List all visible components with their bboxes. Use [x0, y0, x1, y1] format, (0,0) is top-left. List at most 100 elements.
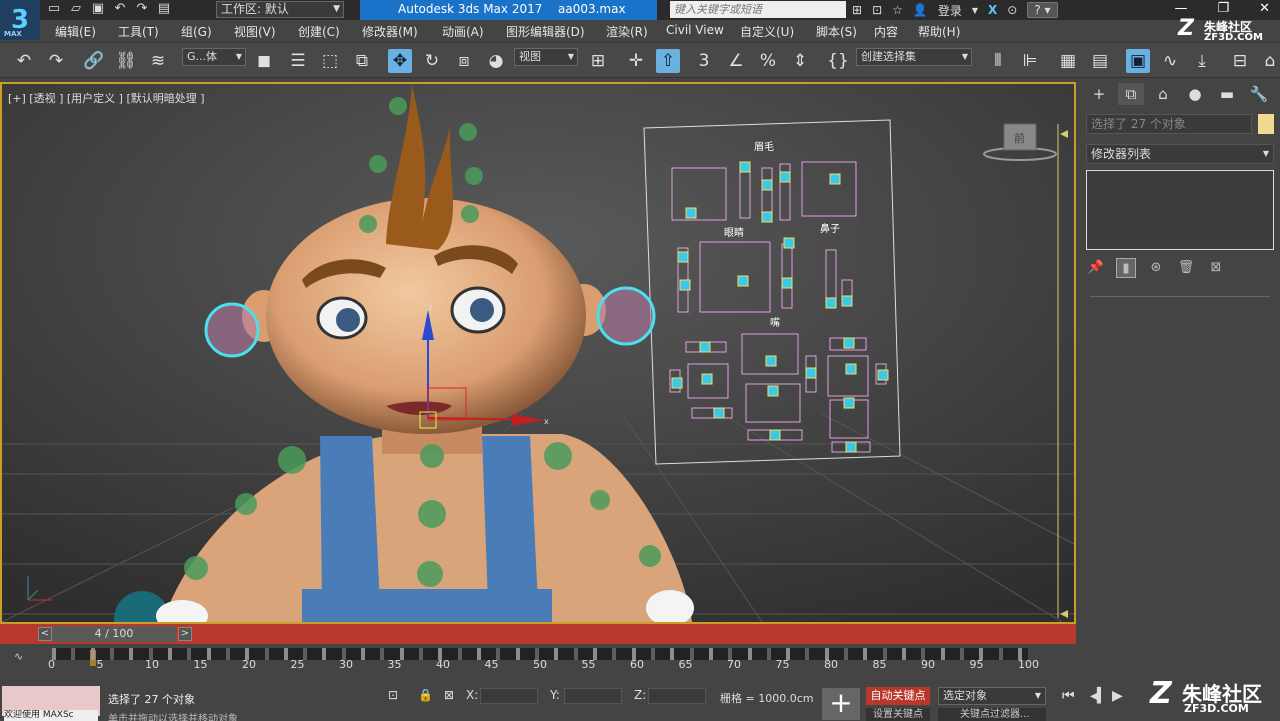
track-key-tick[interactable] — [322, 648, 327, 660]
display-tab-icon[interactable]: ▬ — [1214, 83, 1240, 105]
select-object-icon[interactable]: ◼ — [252, 49, 276, 73]
y-coord-field[interactable] — [564, 688, 622, 704]
key-filters-button[interactable]: 关键点过滤器... — [938, 708, 1046, 721]
track-key-tick[interactable] — [902, 648, 907, 660]
remove-modifier-icon[interactable]: 🗑 — [1176, 258, 1196, 278]
motion-tab-icon[interactable]: ● — [1182, 83, 1208, 105]
subscription-icon[interactable]: ⊡ — [872, 3, 882, 17]
track-key-tick[interactable] — [167, 648, 172, 660]
track-key-tick[interactable] — [940, 648, 945, 660]
track-key-tick[interactable] — [90, 648, 95, 660]
selection-lock-icon[interactable]: 🔒 — [418, 688, 433, 702]
select-and-link-icon[interactable]: 🔗 — [82, 49, 106, 73]
spinner-snap-icon[interactable]: ⇕ — [788, 49, 812, 73]
redo-icon[interactable]: ↷ — [44, 49, 68, 73]
selection-filter-dropdown[interactable]: G...体 ▼ — [182, 48, 246, 66]
selected-object-dropdown[interactable]: 选定对象 ▼ — [938, 687, 1046, 705]
make-unique-icon[interactable]: ⊛ — [1146, 258, 1166, 278]
track-key-tick[interactable] — [554, 648, 559, 660]
edit-named-selection-icon[interactable]: {} — [826, 49, 850, 73]
hierarchy-tab-icon[interactable]: ⌂ — [1150, 83, 1176, 105]
isolate-selection-icon[interactable]: ⊡ — [388, 688, 398, 702]
menu-rendering[interactable]: 渲染(R) — [606, 23, 648, 40]
undo-icon[interactable]: ↶ — [112, 1, 128, 17]
help-button[interactable]: ? ▾ — [1027, 2, 1058, 18]
show-end-result-icon[interactable]: ▮ — [1116, 258, 1136, 278]
search-input[interactable]: 键入关键字或短语 — [670, 1, 846, 18]
track-key-tick[interactable] — [515, 648, 520, 660]
login-label[interactable]: 登录 — [938, 2, 962, 19]
curve-editor-icon[interactable]: ∿ — [1158, 49, 1182, 73]
user-icon[interactable]: 👤 — [913, 3, 928, 17]
create-tab-icon[interactable]: + — [1086, 83, 1112, 105]
select-and-move-icon[interactable]: ✥ — [388, 49, 412, 73]
track-key-tick[interactable] — [844, 648, 849, 660]
menu-views[interactable]: 视图(V) — [234, 23, 276, 40]
new-file-icon[interactable]: ▭ — [46, 1, 62, 17]
schematic-view-icon[interactable]: ⤓ — [1190, 49, 1214, 73]
go-to-start-icon[interactable]: ⏮ — [1062, 688, 1075, 704]
mini-curve-editor-icon[interactable]: ∿ — [14, 650, 23, 663]
track-key-tick[interactable] — [573, 648, 578, 660]
redo-icon[interactable]: ↷ — [134, 1, 150, 17]
favorites-star-icon[interactable]: ☆ — [892, 3, 903, 17]
menu-civil-view[interactable]: Civil View — [666, 23, 724, 37]
z-coord-field[interactable] — [648, 688, 706, 704]
track-key-tick[interactable] — [960, 648, 965, 660]
unlink-icon[interactable]: ⛓ — [114, 49, 138, 73]
menu-scripting[interactable]: 脚本(S) — [816, 23, 857, 40]
track-key-tick[interactable] — [380, 648, 385, 660]
account-icon[interactable]: ⊙ — [1007, 3, 1017, 17]
track-key-tick[interactable] — [264, 648, 269, 660]
window-crossing-icon[interactable]: ⧉ — [350, 49, 374, 73]
snaps-toggle-icon[interactable]: 3 — [692, 49, 716, 73]
menu-edit[interactable]: 编辑(E) — [55, 23, 96, 40]
ear-control-left[interactable] — [204, 302, 260, 358]
menu-animation[interactable]: 动画(A) — [442, 23, 484, 40]
absolute-mode-icon[interactable]: ⊠ — [444, 688, 454, 702]
use-pivot-center-icon[interactable]: ⊞ — [586, 49, 610, 73]
track-key-tick[interactable] — [71, 648, 76, 660]
track-key-tick[interactable] — [650, 648, 655, 660]
configure-modifier-sets-icon[interactable]: ⊠ — [1206, 258, 1226, 278]
dropdown-chevron-icon[interactable]: ▼ — [972, 6, 978, 15]
menu-tools[interactable]: 工具(T) — [118, 23, 159, 40]
track-key-tick[interactable] — [805, 648, 810, 660]
viewport-label[interactable]: [+] [透视 ] [用户定义 ] [默认明暗处理 ] — [8, 90, 205, 106]
render-setup-icon[interactable]: ⌂ — [1258, 49, 1280, 73]
auto-key-button[interactable]: 自动关键点 — [866, 687, 930, 705]
track-key-tick[interactable] — [129, 648, 134, 660]
track-key-tick[interactable] — [708, 648, 713, 660]
time-slider-prev-button[interactable]: < — [38, 627, 52, 641]
select-manipulate-icon[interactable]: ✛ — [624, 49, 648, 73]
track-key-tick[interactable] — [747, 648, 752, 660]
modifier-stack[interactable] — [1086, 170, 1274, 250]
project-folder-icon[interactable]: ▤ — [156, 1, 172, 17]
track-bar[interactable]: ∿ 0 5 10 15 20 25 30 35 40 45 50 55 60 65 70 75 80 85 90 95… — [0, 644, 1280, 684]
track-key-tick[interactable] — [109, 648, 114, 660]
play-icon[interactable]: ▶ — [1112, 688, 1123, 704]
menu-create[interactable]: 创建(C) — [298, 23, 340, 40]
select-and-place-icon[interactable]: ◕ — [484, 49, 508, 73]
menu-modifiers[interactable]: 修改器(M) — [362, 23, 418, 40]
menu-graph-editors[interactable]: 图形编辑器(D) — [506, 23, 585, 40]
track-key-tick[interactable] — [766, 648, 771, 660]
select-and-rotate-icon[interactable]: ↻ — [420, 49, 444, 73]
layer-explorer-icon[interactable]: ▤ — [1088, 49, 1112, 73]
workspace-dropdown[interactable]: 工作区: 默认 ▼ — [216, 1, 344, 18]
track-key-tick[interactable] — [612, 648, 617, 660]
select-and-scale-icon[interactable]: ⧈ — [452, 49, 476, 73]
pin-stack-icon[interactable]: 📌 — [1086, 258, 1106, 278]
modify-tab-icon[interactable]: ⧉ — [1118, 83, 1144, 105]
track-key-tick[interactable] — [863, 648, 868, 660]
app-logo[interactable]: 3 MAX — [0, 0, 40, 40]
time-slider[interactable]: 4 / 100 — [52, 626, 176, 642]
binoculars-icon[interactable]: ⊞ — [852, 3, 862, 17]
save-icon[interactable]: ▣ — [90, 1, 106, 17]
track-key-tick[interactable] — [225, 648, 230, 660]
utilities-tab-icon[interactable]: 🔧 — [1246, 83, 1272, 105]
align-icon[interactable]: ⊫ — [1018, 49, 1042, 73]
track-key-tick[interactable] — [419, 648, 424, 660]
track-key-tick[interactable] — [670, 648, 675, 660]
keyboard-shortcut-toggle-icon[interactable]: ⇧ — [656, 49, 680, 73]
